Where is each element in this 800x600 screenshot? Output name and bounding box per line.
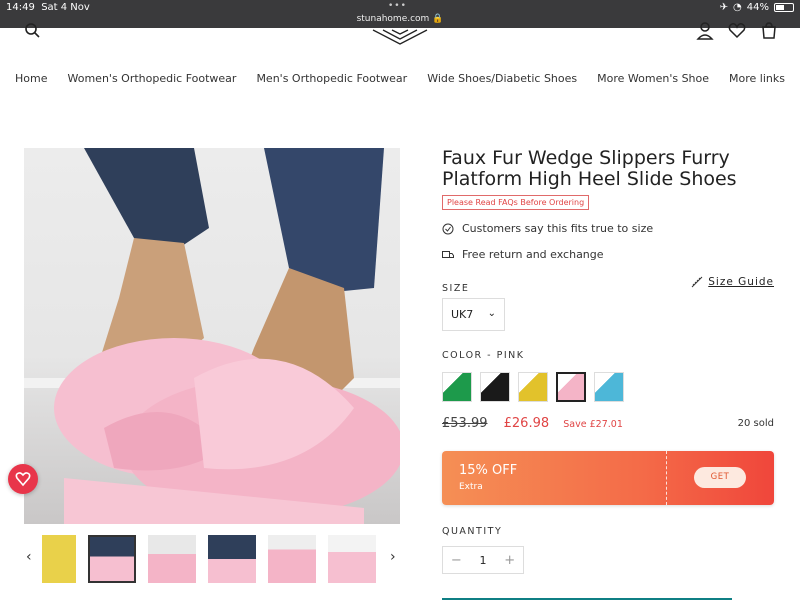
heart-icon[interactable]: [728, 22, 746, 40]
site-logo[interactable]: [355, 22, 445, 46]
nav-wide-shoes[interactable]: Wide Shoes/Diabetic Shoes: [427, 72, 577, 85]
minus-icon[interactable]: −: [443, 553, 470, 568]
battery-percent: 44%: [746, 2, 769, 13]
nav-more-links[interactable]: More links: [729, 72, 785, 85]
battery-icon: [774, 3, 794, 12]
nav-more-womens[interactable]: More Women's Shoe: [597, 72, 709, 85]
tab-dots-icon[interactable]: •••: [388, 1, 407, 11]
coupon-divider: [666, 451, 667, 505]
user-icon[interactable]: [696, 22, 714, 40]
quantity-label: QUANTITY: [442, 526, 503, 537]
thumbnail[interactable]: [268, 535, 316, 583]
size-guide-link[interactable]: Size Guide: [691, 276, 774, 288]
color-label: COLOR - PINK: [442, 350, 525, 361]
main-nav: Home Women's Orthopedic Footwear Men's O…: [0, 72, 800, 85]
plus-icon[interactable]: +: [496, 553, 523, 568]
swatch-black[interactable]: [480, 372, 510, 402]
chevron-right-icon[interactable]: ›: [390, 549, 396, 565]
thumbnail[interactable]: [148, 535, 196, 583]
truck-icon: [442, 250, 454, 258]
size-select[interactable]: UK7 ⌄: [442, 298, 505, 331]
heart-icon: [15, 472, 31, 487]
nav-mens-orthopedic[interactable]: Men's Orthopedic Footwear: [256, 72, 407, 85]
chevron-down-icon: ⌄: [487, 308, 496, 319]
quantity-value[interactable]: 1: [470, 554, 497, 567]
coupon-get-button[interactable]: GET: [694, 467, 746, 488]
wishlist-float-button[interactable]: [8, 464, 38, 494]
faq-link[interactable]: Please Read FAQs Before Ordering: [442, 195, 590, 210]
search-icon[interactable]: [24, 22, 40, 38]
airplane-icon: ✈: [719, 2, 729, 13]
product-info: Faux Fur Wedge Slippers Furry Platform H…: [442, 147, 774, 600]
status-indicators: ✈ ◔ 44%: [720, 2, 794, 13]
old-price: £53.99: [442, 416, 488, 431]
size-label: SIZE: [442, 283, 470, 294]
sold-count: 20 sold: [737, 418, 774, 429]
return-text: Free return and exchange: [462, 248, 604, 261]
price-row: £53.99 £26.98 Save £27.01 20 sold: [442, 416, 774, 434]
product-main-image[interactable]: [24, 148, 400, 524]
status-time: 14:49 Sat 4 Nov: [6, 2, 90, 13]
quantity-stepper: − 1 +: [442, 546, 524, 574]
product-photo: [24, 148, 400, 524]
nav-womens-orthopedic[interactable]: Women's Orthopedic Footwear: [68, 72, 237, 85]
check-badge-icon: [442, 223, 454, 234]
fit-text: Customers say this fits true to size: [462, 222, 654, 235]
swatch-pink[interactable]: [556, 372, 586, 402]
coupon-extra: Extra: [459, 482, 483, 492]
return-feature: Free return and exchange: [442, 248, 604, 261]
thumbnail[interactable]: [42, 535, 76, 583]
wifi-icon: ◔: [733, 2, 742, 13]
thumbnail[interactable]: [88, 535, 136, 583]
coupon-percent: 15% OFF: [459, 463, 518, 478]
color-swatches: [442, 372, 624, 402]
thumbnail-strip: ‹ ›: [24, 535, 400, 583]
fit-feature: Customers say this fits true to size: [442, 222, 653, 235]
coupon-banner: 15% OFF Extra GET: [442, 451, 774, 505]
ruler-icon: [691, 276, 703, 288]
swatch-blue[interactable]: [594, 372, 624, 402]
swatch-green[interactable]: [442, 372, 472, 402]
sale-price: £26.98: [503, 416, 550, 431]
thumbnail[interactable]: [208, 535, 256, 583]
site-header: [0, 22, 800, 48]
chevron-left-icon[interactable]: ‹: [26, 549, 32, 565]
swatch-yellow[interactable]: [518, 372, 548, 402]
size-value: UK7: [451, 308, 474, 321]
size-guide-text: Size Guide: [708, 276, 774, 288]
save-amount: Save £27.01: [563, 419, 623, 430]
nav-home[interactable]: Home: [15, 72, 47, 85]
product-title: Faux Fur Wedge Slippers Furry Platform H…: [442, 147, 737, 190]
thumbnail[interactable]: [328, 535, 376, 583]
cart-icon[interactable]: [760, 22, 778, 40]
